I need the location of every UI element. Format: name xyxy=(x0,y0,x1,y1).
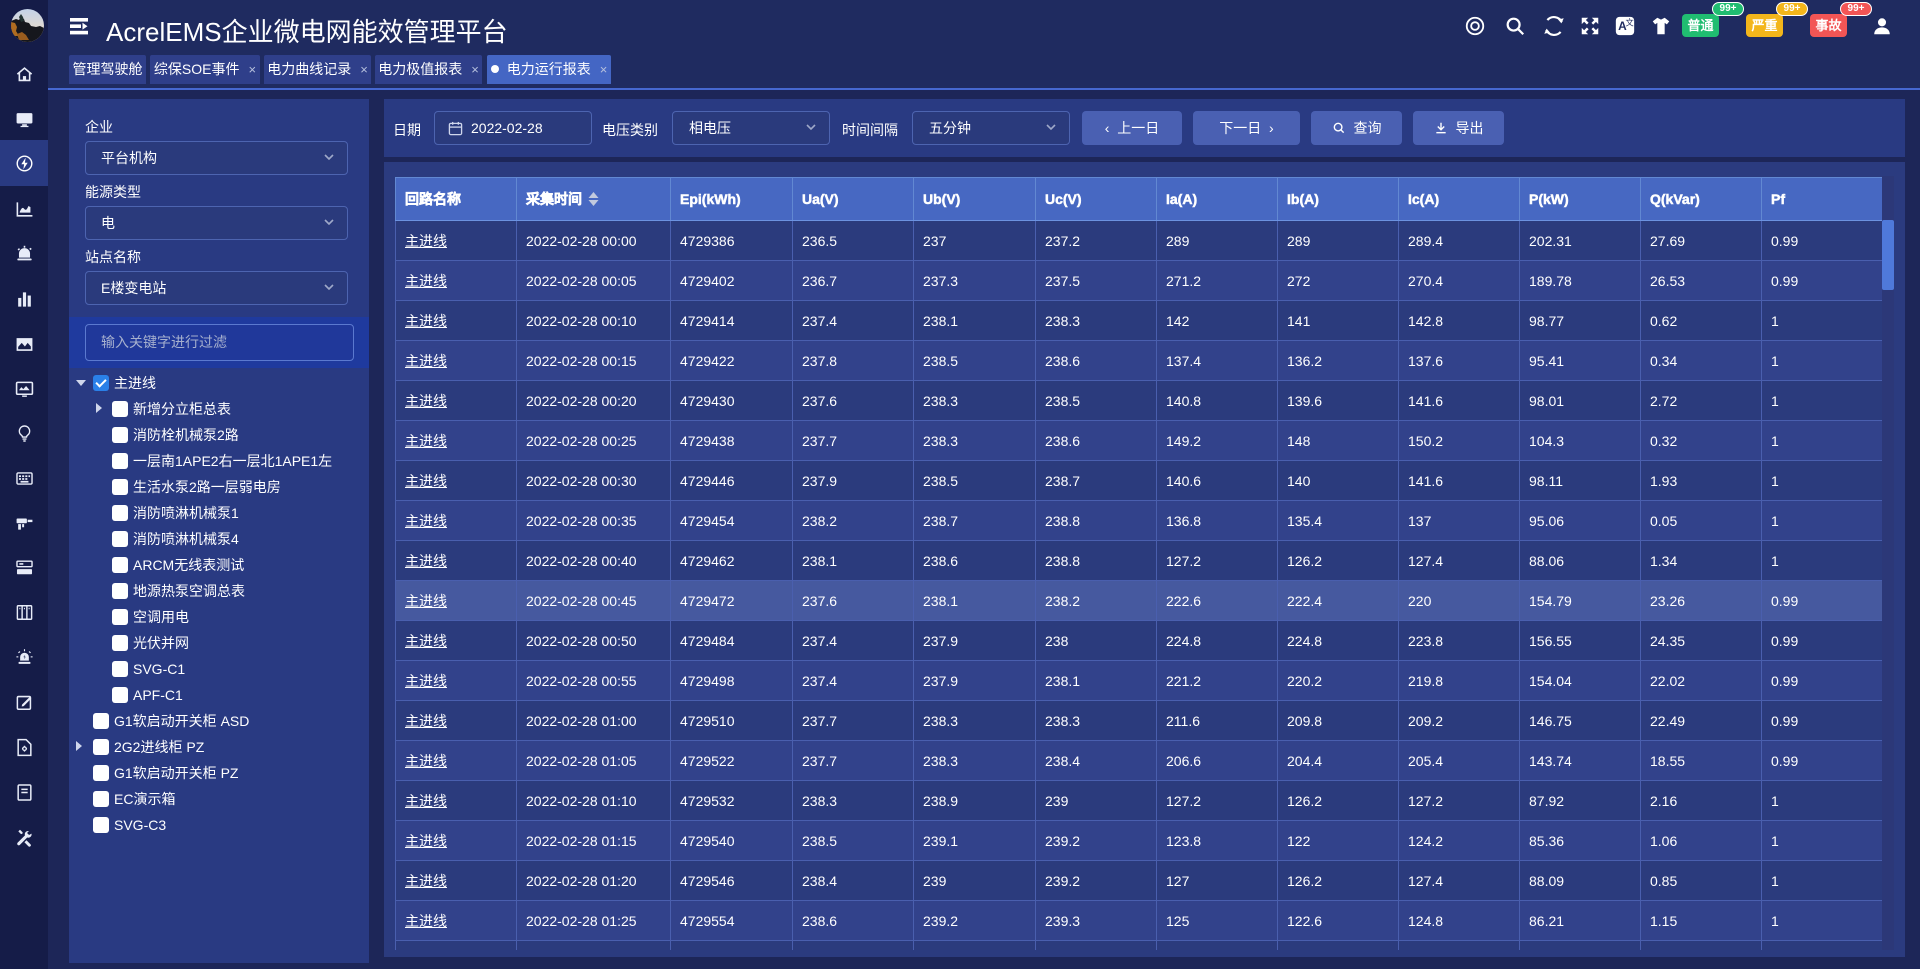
svg-text:文: 文 xyxy=(1625,18,1633,28)
